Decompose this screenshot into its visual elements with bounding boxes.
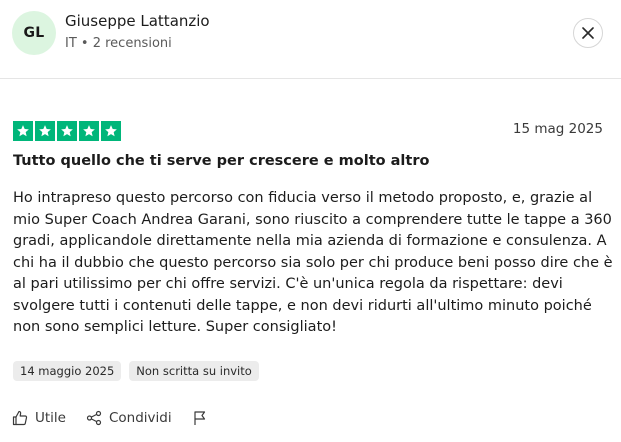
star-icon xyxy=(35,121,55,141)
review-body: Ho intrapreso questo percorso con fiduci… xyxy=(13,190,613,335)
review-actions: Utile Condividi xyxy=(12,410,208,426)
useful-button[interactable]: Utile xyxy=(12,410,66,426)
flag-icon xyxy=(192,410,208,426)
star-icon xyxy=(101,121,121,141)
avatar: GL xyxy=(12,11,56,55)
useful-label: Utile xyxy=(35,410,66,426)
reviewer-name[interactable]: Giuseppe Lattanzio xyxy=(65,12,210,30)
reviewer-meta: IT • 2 recensioni xyxy=(65,36,172,51)
star-icon xyxy=(13,121,33,141)
star-rating xyxy=(13,121,121,141)
experience-date-badge: 14 maggio 2025 xyxy=(13,361,122,381)
share-label: Condividi xyxy=(108,410,172,426)
review-tags: 14 maggio 2025 Non scritta su invito xyxy=(13,361,259,381)
share-icon xyxy=(86,410,102,426)
reviewer-header: GL Giuseppe Lattanzio IT • 2 recensioni xyxy=(0,0,621,79)
star-icon xyxy=(79,121,99,141)
report-button[interactable] xyxy=(192,410,208,426)
thumbs-up-icon xyxy=(12,410,28,426)
invite-status-badge: Non scritta su invito xyxy=(129,361,259,381)
star-icon xyxy=(57,121,77,141)
close-button[interactable] xyxy=(573,18,603,48)
close-icon xyxy=(582,27,594,39)
review-title[interactable]: Tutto quello che ti serve per crescere e… xyxy=(13,153,429,169)
review-date: 15 mag 2025 xyxy=(512,121,603,137)
share-button[interactable]: Condividi xyxy=(86,410,172,426)
